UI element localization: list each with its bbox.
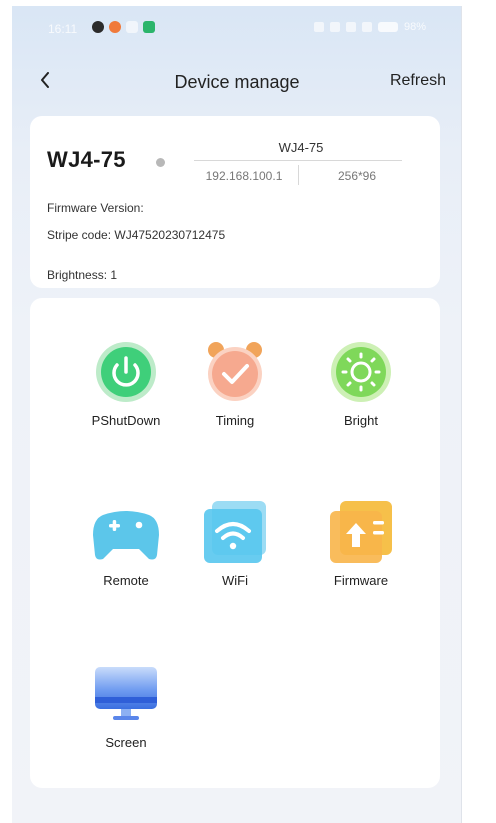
weibo-notification-icon: [109, 21, 121, 33]
screen-button[interactable]: Screen: [71, 663, 181, 750]
device-name: WJ4-75: [47, 147, 126, 172]
firmware-button[interactable]: Firmware: [306, 501, 416, 588]
pshutdown-button[interactable]: PShutDown: [71, 341, 181, 428]
refresh-button[interactable]: Refresh: [390, 72, 446, 90]
bright-button[interactable]: Bright: [306, 341, 416, 428]
qq-notification-icon: [92, 21, 104, 33]
alarm-clock-icon: [200, 341, 270, 403]
connection-status-dot: [156, 158, 165, 167]
stripe-code: Stripe code: WJ47520230712475: [47, 228, 226, 242]
phone-screen: 16:11 98% Device manage Refresh WJ4-75 W…: [12, 6, 462, 823]
app-notification-icon: [143, 21, 155, 33]
timing-button[interactable]: Timing: [180, 341, 290, 428]
divider: [298, 165, 299, 185]
pshutdown-label: PShutDown: [91, 413, 161, 428]
notification-icons: [92, 21, 155, 33]
status-bar: 16:11 98%: [12, 6, 462, 50]
remote-button[interactable]: Remote: [71, 501, 181, 588]
signal-notification-icon: [126, 21, 138, 33]
status-right: 98%: [313, 21, 426, 33]
wifi-label: WiFi: [222, 573, 248, 588]
vibrate-icon: [313, 22, 324, 32]
function-grid: PShutDown Timing Bright Remote WiFi Firm…: [30, 298, 440, 788]
firmware-version: Firmware Version:: [47, 201, 144, 215]
power-icon: [91, 341, 161, 403]
device-info-card: WJ4-75 WJ4-75 192.168.100.1 256*96 Firmw…: [30, 116, 440, 288]
screen-icon: [91, 663, 161, 725]
brightness-value: Brightness: 1: [47, 268, 118, 282]
battery-level: 98%: [403, 21, 426, 33]
remote-label: Remote: [103, 573, 149, 588]
device-ip: 192.168.100.1: [205, 169, 283, 183]
timing-label: Timing: [215, 413, 255, 428]
cell-signal-icon: [361, 22, 372, 32]
bright-label: Bright: [344, 413, 378, 428]
battery-icon: [377, 22, 398, 32]
wifi-button[interactable]: WiFi: [180, 501, 290, 588]
wifi-icon: [200, 501, 270, 563]
screen-label: Screen: [105, 735, 147, 750]
nav-bar: Device manage Refresh: [12, 66, 462, 96]
status-time: 16:11: [48, 22, 78, 36]
gamepad-icon: [91, 501, 161, 563]
brightness-icon: [326, 341, 396, 403]
firmware-label: Firmware: [333, 573, 389, 588]
device-resolution: 256*96: [337, 169, 377, 183]
firmware-upload-icon: [326, 501, 396, 563]
bluetooth-icon: [329, 22, 340, 32]
wifi-status-icon: [345, 22, 356, 32]
device-display-name: WJ4-75: [278, 140, 324, 155]
divider: [194, 160, 402, 161]
